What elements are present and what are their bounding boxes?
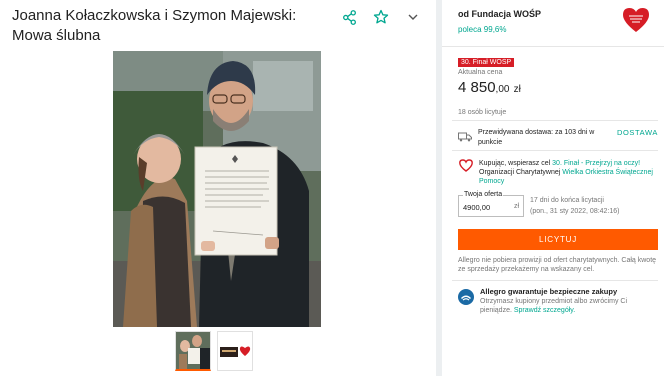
auction-days-left: 17 dni do końca licytacji — [530, 197, 604, 204]
offer-panel: od Fundacja WOŚP poleca 99,6% 30. Finał … — [442, 0, 664, 376]
seller-name[interactable]: od Fundacja WOŚP — [458, 9, 541, 19]
bidders-count: 18 osób licytuje — [458, 109, 507, 116]
charity-org-prefix: Organizacji Charytatywnej — [479, 169, 563, 176]
bid-input-value[interactable]: 4900,00 — [463, 203, 490, 212]
shield-icon — [458, 289, 474, 305]
price-currency: zł — [513, 84, 521, 95]
delivery-link[interactable]: DOSTAWA — [617, 128, 658, 137]
chevron-down-icon[interactable] — [404, 8, 422, 26]
auction-end-date: (pon., 31 sty 2022, 08:42:16) — [530, 208, 620, 215]
share-icon[interactable] — [340, 8, 358, 26]
divider — [452, 120, 658, 121]
thumbnail-strip — [175, 331, 253, 371]
final-badge: 30. Finał WOŚP — [458, 58, 515, 67]
bid-button[interactable]: LICYTUJ — [458, 229, 658, 250]
truck-icon — [458, 129, 472, 142]
current-price: 4 850,00 zł — [458, 79, 521, 96]
product-photo[interactable] — [113, 51, 321, 327]
star-icon[interactable] — [372, 8, 390, 26]
gallery-panel: Joanna Kołaczkowska i Szymon Majewski: M… — [0, 0, 436, 376]
delivery-estimate: Przewidywana dostawa: za 103 dni w punkc… — [478, 129, 595, 146]
title-actions — [340, 8, 422, 26]
bid-input-unit: zł — [513, 203, 519, 210]
charity-info: Kupując, wspierasz cel 30. Finał - Przej… — [479, 159, 659, 186]
thumbnail-photo[interactable] — [175, 331, 211, 371]
divider — [442, 46, 664, 47]
thumbnail-logos[interactable] — [217, 331, 253, 371]
fee-note: Allegro nie pobiera prowizji od ofert ch… — [458, 257, 657, 273]
bid-input[interactable]: Twoja oferta 4900,00 zł — [458, 191, 524, 217]
heart-icon — [459, 159, 473, 172]
charity-prefix: Kupując, wspierasz cel — [479, 160, 553, 167]
divider — [452, 280, 658, 281]
guarantee-title: Allegro gwarantuje bezpieczne zakupy — [480, 287, 618, 296]
seller-rating[interactable]: poleca 99,6% — [458, 25, 506, 34]
price-cents: ,00 — [495, 84, 510, 95]
bid-input-label: Twoja oferta — [463, 191, 504, 198]
divider — [452, 150, 658, 151]
price-label: Aktualna cena — [458, 69, 503, 76]
wosp-heart-logo — [622, 7, 650, 33]
allegro-offer-page: Joanna Kołaczkowska i Szymon Majewski: M… — [0, 0, 664, 376]
auction-end: 17 dni do końca licytacji (pon., 31 sty 2… — [530, 195, 660, 217]
price-whole: 4 850 — [458, 79, 496, 96]
charity-goal-link[interactable]: 30. Finał - Przejrzyj na oczy! — [552, 160, 640, 167]
guarantee-text: Otrzymasz kupiony przedmiot albo zwrócim… — [480, 297, 660, 315]
product-title: Joanna Kołaczkowska i Szymon Majewski: M… — [12, 7, 297, 44]
guarantee-details-link[interactable]: Sprawdź szczegóły. — [514, 307, 575, 314]
